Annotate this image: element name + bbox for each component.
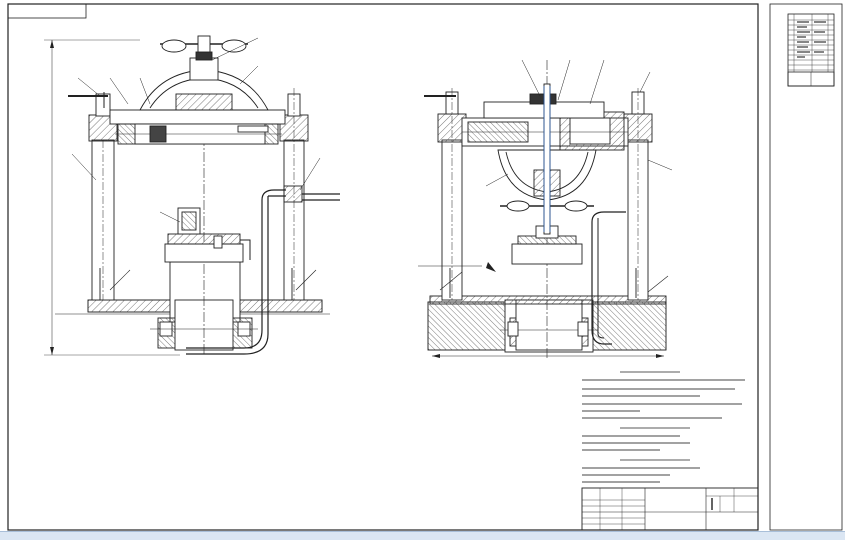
secondary-frame — [769, 3, 843, 531]
spec-table — [787, 13, 835, 87]
right-view-end-position — [418, 59, 673, 360]
technical-notes — [582, 371, 745, 483]
assembly-drawing — [7, 3, 843, 531]
designation-box — [7, 3, 87, 19]
left-view-start-position — [44, 35, 340, 356]
title-block — [581, 487, 759, 531]
drawing-sheet — [0, 0, 845, 539]
